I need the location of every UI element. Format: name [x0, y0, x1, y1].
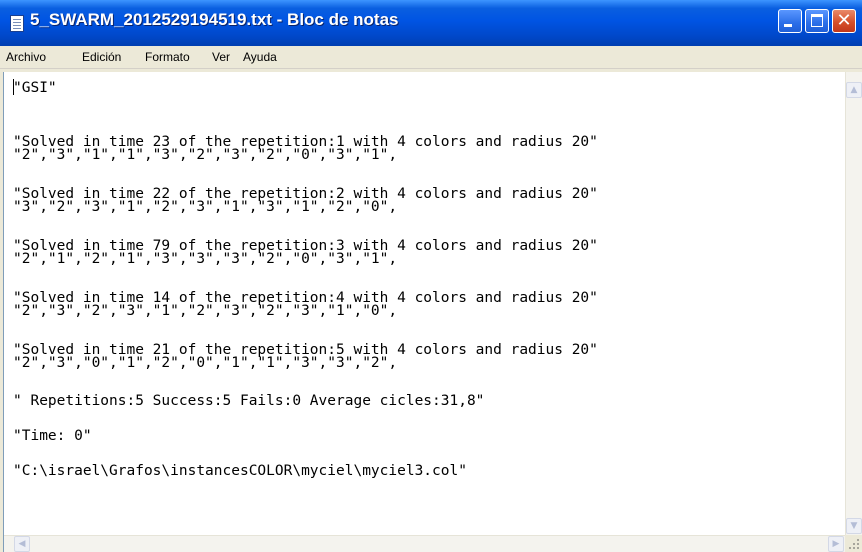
vertical-scrollbar[interactable]: ▲ ▼ [845, 72, 862, 536]
document-line: "3","2","3","1","2","3","1","3","1","2",… [13, 199, 398, 215]
minimize-button[interactable] [778, 9, 802, 33]
scroll-down-button[interactable]: ▼ [846, 518, 862, 534]
menu-edicion[interactable]: Edición [82, 50, 121, 64]
title-bar[interactable]: 5_SWARM_2012529194519.txt - Bloc de nota… [0, 0, 862, 46]
maximize-button[interactable] [805, 9, 829, 33]
close-icon: ✕ [836, 10, 852, 31]
minimize-icon [784, 24, 792, 27]
menu-ver[interactable]: Ver [212, 50, 230, 64]
window-title: 5_SWARM_2012529194519.txt - Bloc de nota… [30, 10, 399, 29]
horizontal-scrollbar[interactable]: ◀ ▶ [4, 535, 846, 552]
close-button[interactable]: ✕ [832, 9, 856, 33]
chevron-right-icon: ▶ [832, 539, 840, 549]
document-line: "GSI" [13, 80, 57, 96]
document-line: "2","3","1","1","3","2","3","2","0","3",… [13, 147, 398, 163]
document-line: "Time: 0" [13, 428, 92, 444]
document-line: "2","3","0","1","2","0","1","1","3","3",… [13, 355, 398, 371]
resize-grip-icon[interactable] [845, 535, 862, 552]
maximize-icon [811, 14, 823, 27]
menu-ayuda[interactable]: Ayuda [243, 50, 277, 64]
document-line: " Repetitions:5 Success:5 Fails:0 Averag… [13, 393, 485, 409]
notepad-icon[interactable] [10, 15, 24, 32]
menu-bar: Archivo Edición Formato Ver Ayuda [0, 46, 862, 69]
text-editor[interactable]: "GSI" "Solved in time 23 of the repetiti… [3, 72, 862, 552]
document-line: "2","1","2","1","3","3","3","2","0","3",… [13, 251, 398, 267]
scroll-left-button[interactable]: ◀ [14, 536, 30, 552]
text-content-area[interactable]: "GSI" "Solved in time 23 of the repetiti… [4, 72, 847, 536]
menu-formato[interactable]: Formato [145, 50, 190, 64]
notepad-window: 5_SWARM_2012529194519.txt - Bloc de nota… [0, 0, 862, 552]
scroll-up-button[interactable]: ▲ [846, 82, 862, 98]
chevron-up-icon: ▲ [850, 85, 858, 95]
chevron-left-icon: ◀ [18, 539, 26, 549]
chevron-down-icon: ▼ [850, 521, 858, 531]
scroll-right-button[interactable]: ▶ [828, 536, 844, 552]
document-line: "C:\israel\Grafos\instancesCOLOR\myciel\… [13, 463, 467, 479]
document-line: "2","3","2","3","1","2","3","2","3","1",… [13, 303, 398, 319]
menu-archivo[interactable]: Archivo [6, 50, 46, 64]
